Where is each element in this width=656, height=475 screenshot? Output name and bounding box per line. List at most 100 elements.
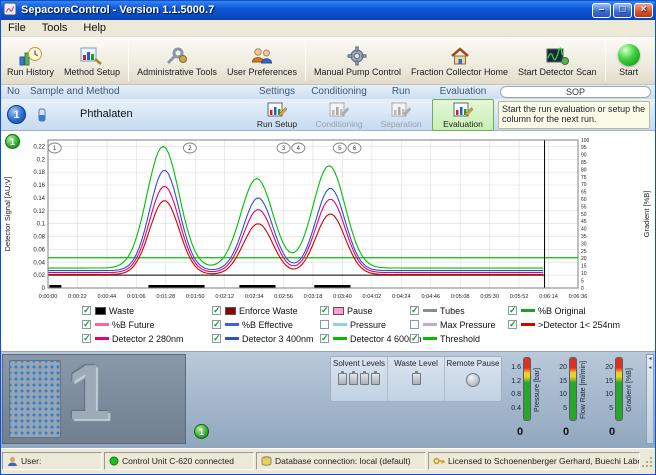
- remote-pause-button[interactable]: [466, 373, 480, 387]
- stage-button-evaluation[interactable]: Evaluation: [432, 99, 494, 131]
- maximize-button[interactable]: □: [613, 3, 632, 18]
- run-row[interactable]: 1 Phthalaten Run SetupConditioningSepara…: [0, 99, 656, 131]
- gauge-tick-label: 5: [563, 405, 567, 412]
- gauges: 1.61.20.80.4Pressure [bar]02015105Flow R…: [506, 354, 641, 446]
- legend-checkbox-enforce-waste[interactable]: ✓: [212, 306, 221, 315]
- run-history-icon: [19, 44, 43, 66]
- fraction-collector-home-icon: [448, 44, 472, 66]
- toolbar-button-fraction-collector-home[interactable]: Fraction Collector Home: [406, 38, 513, 84]
- toolbar-button-administrative-tools[interactable]: Administrative Tools: [132, 38, 222, 84]
- gauge-tick-label: 10: [559, 391, 567, 398]
- chart-legend: ✓Waste✓Enforce Waste✓Pause✓Tubes✓%B Orig…: [0, 303, 656, 350]
- gauge-tick-label: 1.6: [511, 364, 521, 371]
- legend-checkbox-detector-3-400nm[interactable]: ✓: [212, 334, 221, 343]
- legend-swatch: [423, 337, 437, 340]
- statusbar: User:Control Unit C-620 connectedDatabas…: [0, 448, 656, 475]
- header-conditioning: Conditioning: [308, 86, 370, 97]
- legend-label: Waste: [109, 306, 134, 316]
- key-icon: [433, 456, 445, 466]
- collapse-panel-button[interactable]: ◂◂: [646, 354, 654, 444]
- legend-item-pause: ✓Pause: [320, 305, 373, 316]
- legend-checkbox-tubes[interactable]: ✓: [410, 306, 419, 315]
- legend-checkbox-b-original[interactable]: ✓: [508, 306, 517, 315]
- resize-grip[interactable]: [641, 456, 654, 472]
- svg-text:65: 65: [581, 190, 587, 196]
- legend-label: Tubes: [440, 306, 465, 316]
- legend-checkbox-waste[interactable]: ✓: [82, 306, 91, 315]
- legend-checkbox-b-future[interactable]: ✓: [82, 320, 91, 329]
- svg-text:30: 30: [581, 241, 587, 247]
- close-button[interactable]: ×: [634, 3, 653, 18]
- svg-text:100: 100: [581, 138, 590, 144]
- toolbar-button-user-preferences[interactable]: User Preferences: [222, 38, 302, 84]
- app-icon: [3, 2, 17, 19]
- waste-level-group: Waste Level: [388, 357, 445, 401]
- svg-text:0: 0: [42, 286, 46, 292]
- toolbar-button-manual-pump-control[interactable]: Manual Pump Control: [309, 38, 406, 84]
- svg-text:60: 60: [581, 197, 587, 203]
- collector-badge: 1: [194, 424, 209, 439]
- legend-checkbox-b-effective[interactable]: ✓: [212, 320, 221, 329]
- minimize-button[interactable]: –: [592, 3, 611, 18]
- header-evaluation: Evaluation: [432, 86, 494, 97]
- svg-text:55: 55: [581, 204, 587, 210]
- legend-checkbox-detector-2-280nm[interactable]: ✓: [82, 334, 91, 343]
- legend-checkbox-detector-1-254nm[interactable]: ✓: [508, 320, 517, 329]
- stage-label: Run Setup: [257, 119, 297, 129]
- chromatogram-chart[interactable]: 00.020.040.060.080.10.120.140.160.180.20…: [0, 133, 656, 303]
- stage-icon-run-setup: [267, 102, 287, 118]
- rack-tray-icon: [9, 360, 61, 438]
- legend-checkbox-threshold[interactable]: ✓: [410, 334, 419, 343]
- gauge-tick-label: 10: [605, 391, 613, 398]
- svg-text:40: 40: [581, 227, 587, 233]
- svg-text:5: 5: [581, 278, 584, 284]
- legend-label: %B Original: [538, 306, 586, 316]
- toolbar-button-method-setup[interactable]: Method Setup: [59, 38, 125, 84]
- waste-bottle: [412, 373, 421, 385]
- toolbar-button-run-history[interactable]: Run History: [2, 38, 59, 84]
- svg-text:0.06: 0.06: [33, 247, 45, 253]
- toolbar-button-start-detector-scan[interactable]: Start Detector Scan: [513, 38, 602, 84]
- svg-text:0.2: 0.2: [37, 157, 46, 163]
- svg-text:20: 20: [581, 256, 587, 262]
- menu-help[interactable]: Help: [75, 21, 114, 35]
- legend-checkbox-max-pressure[interactable]: [410, 320, 419, 329]
- legend-item-detector-1-254nm: ✓>Detector 1< 254nm: [508, 319, 620, 330]
- gauge-ticks: 2015105: [598, 357, 613, 419]
- svg-text:0.1: 0.1: [37, 222, 46, 228]
- method-setup-icon: [80, 44, 104, 66]
- toolbar-button-label: Manual Pump Control: [314, 67, 401, 77]
- legend-swatch: [521, 323, 535, 326]
- stage-button-conditioning: Conditioning: [308, 99, 370, 131]
- legend-item-threshold: ✓Threshold: [410, 333, 480, 344]
- waste-level-label: Waste Level: [394, 359, 438, 368]
- start-button[interactable]: Start: [613, 38, 645, 84]
- gauge-label: Gradient [%B]: [626, 358, 633, 422]
- statusbar-text: Control Unit C-620 connected: [122, 456, 234, 466]
- fraction-collector-rack[interactable]: 1: [2, 354, 186, 444]
- svg-text:Gradient [%B]: Gradient [%B]: [642, 191, 651, 238]
- titlebar: SepacoreControl - Version 1.1.5000.7 – □…: [0, 0, 656, 20]
- svg-text:0.14: 0.14: [33, 196, 45, 202]
- header-no: No: [7, 86, 20, 97]
- svg-text:0:06:36: 0:06:36: [569, 294, 588, 300]
- run-table-header: No Sample and Method Settings Conditioni…: [0, 85, 656, 99]
- legend-checkbox-pressure[interactable]: [320, 320, 329, 329]
- statusbar-cell-control: Control Unit C-620 connected: [104, 452, 254, 470]
- sample-icon: [36, 107, 48, 126]
- legend-label: Detector 2 280nm: [112, 334, 184, 344]
- legend-swatch: [333, 307, 344, 315]
- svg-text:90: 90: [581, 153, 587, 159]
- statusbar-cell-user: User:: [2, 452, 102, 470]
- start-detector-scan-icon: [545, 44, 569, 66]
- legend-swatch: [333, 323, 347, 326]
- toolbar-separator: [128, 41, 129, 81]
- svg-text:0.04: 0.04: [33, 260, 45, 266]
- legend-checkbox-pause[interactable]: ✓: [320, 306, 329, 315]
- svg-text:0:05:08: 0:05:08: [451, 294, 470, 300]
- menu-file[interactable]: File: [0, 21, 34, 35]
- stage-button-run-setup[interactable]: Run Setup: [246, 99, 308, 131]
- chart-panel: 1 00.020.040.060.080.10.120.140.160.180.…: [0, 131, 656, 352]
- menu-tools[interactable]: Tools: [34, 21, 76, 35]
- legend-checkbox-detector-4-600nm[interactable]: ✓: [320, 334, 329, 343]
